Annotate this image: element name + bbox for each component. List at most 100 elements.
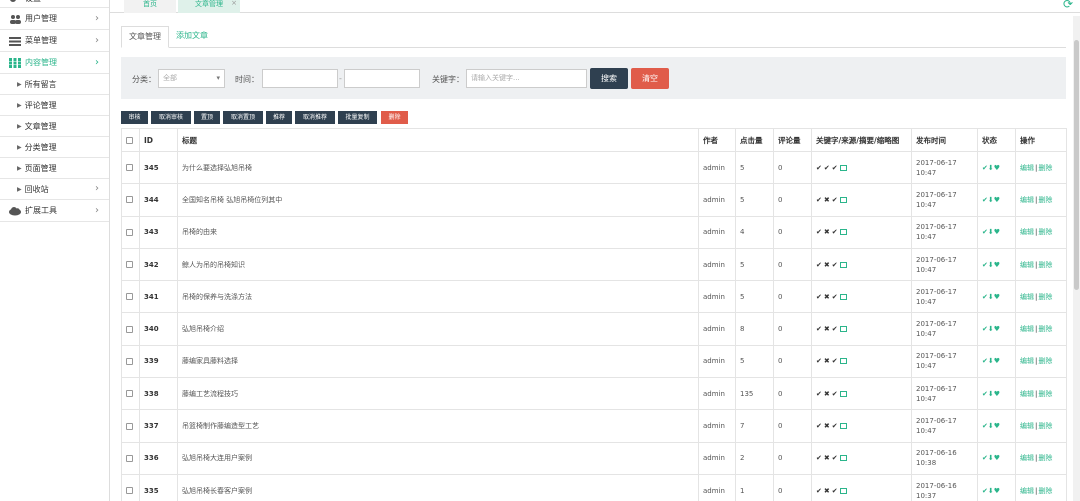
row-author: admin — [698, 312, 736, 346]
row-checkbox[interactable] — [126, 357, 133, 365]
unpin-button[interactable]: 取消置顶 — [223, 111, 263, 124]
row-checkbox[interactable] — [126, 487, 133, 495]
select-all-checkbox[interactable] — [126, 137, 133, 144]
sidebar-item-settings[interactable]: 设置 › — [0, 0, 109, 8]
category-select[interactable]: 全部 ▾ — [158, 69, 225, 88]
sidebar-item-recycle[interactable]: ▶ 回收站 › — [0, 179, 109, 200]
row-checkbox[interactable] — [126, 261, 133, 269]
sidebar-subitem-all-messages[interactable]: ▶ 所有留言 — [0, 74, 109, 95]
row-flags: ✔ ✖ ✔ — [811, 312, 912, 346]
sidebar-item-extensions[interactable]: 扩展工具 › — [0, 200, 109, 222]
row-select-cell[interactable] — [121, 473, 140, 501]
row-checkbox[interactable] — [126, 293, 133, 301]
row-checkbox[interactable] — [126, 228, 133, 236]
edit-link[interactable]: 编辑 — [1020, 390, 1034, 398]
delete-link[interactable]: 删除 — [1038, 357, 1052, 365]
row-select-cell[interactable] — [121, 377, 140, 411]
row-time: 10:37 — [916, 491, 937, 500]
row-title: 弘旭吊椅介绍 — [177, 312, 699, 346]
edit-link[interactable]: 编辑 — [1020, 228, 1034, 236]
sidebar-subitem-categories[interactable]: ▶ 分类管理 — [0, 137, 109, 158]
delete-link[interactable]: 删除 — [1038, 325, 1052, 333]
delete-link[interactable]: 删除 — [1038, 228, 1052, 236]
edit-link[interactable]: 编辑 — [1020, 325, 1034, 333]
tab-article-management[interactable]: 文章管理 × — [178, 0, 240, 13]
row-checkbox[interactable] — [126, 325, 133, 333]
vertical-scrollbar[interactable] — [1073, 16, 1080, 501]
row-select-cell[interactable] — [121, 150, 140, 185]
recommend-button[interactable]: 推荐 — [266, 111, 292, 124]
recommend-thumb-icon: ♥ — [993, 228, 1001, 237]
close-icon[interactable]: × — [231, 0, 237, 8]
row-author: admin — [698, 150, 736, 185]
row-checkbox[interactable] — [126, 422, 133, 430]
row-select-cell[interactable] — [121, 247, 140, 282]
edit-link[interactable]: 编辑 — [1020, 422, 1034, 430]
delete-button[interactable]: 删除 — [381, 111, 408, 124]
start-date-input[interactable] — [262, 69, 338, 88]
row-flags: ✔ ✖ ✔ — [811, 377, 912, 411]
edit-link[interactable]: 编辑 — [1020, 196, 1034, 204]
delete-link[interactable]: 删除 — [1038, 422, 1052, 430]
sidebar-item-menus[interactable]: 菜单管理 › — [0, 30, 109, 52]
row-title: 为什么要选择弘旭吊椅 — [177, 150, 699, 185]
row-date: 2017-06-17 — [916, 352, 957, 361]
thumbnail-image-icon — [839, 487, 847, 494]
row-select-cell[interactable] — [121, 183, 140, 217]
row-checkbox[interactable] — [126, 390, 133, 398]
edit-link[interactable]: 编辑 — [1020, 487, 1034, 495]
edit-link[interactable]: 编辑 — [1020, 261, 1034, 269]
row-select-cell[interactable] — [121, 409, 140, 443]
edit-link[interactable]: 编辑 — [1020, 293, 1034, 301]
sidebar-item-label: 扩展工具 — [25, 206, 57, 215]
sidebar-item-label: 设置 — [25, 0, 41, 4]
thumbnail-image-icon — [839, 423, 847, 430]
edit-link[interactable]: 编辑 — [1020, 357, 1034, 365]
header-select-all[interactable] — [121, 128, 140, 152]
tab-home[interactable]: 首页 — [124, 0, 176, 13]
delete-link[interactable]: 删除 — [1038, 293, 1052, 301]
edit-link[interactable]: 编辑 — [1020, 164, 1034, 172]
tab-add-article[interactable]: 添加文章 — [169, 26, 215, 48]
sidebar-subitem-pages[interactable]: ▶ 页面管理 — [0, 158, 109, 179]
unapprove-button[interactable]: 取消审核 — [151, 111, 191, 124]
summary-flag-icon: ✔ — [831, 260, 838, 269]
unrecommend-button[interactable]: 取消推荐 — [295, 111, 335, 124]
row-checkbox[interactable] — [126, 196, 133, 204]
pin-button[interactable]: 置顶 — [194, 111, 220, 124]
delete-link[interactable]: 删除 — [1038, 261, 1052, 269]
sidebar-subitem-comments[interactable]: ▶ 评论管理 — [0, 95, 109, 116]
row-author: admin — [698, 215, 736, 249]
search-button[interactable]: 搜索 — [590, 68, 628, 89]
row-checkbox[interactable] — [126, 164, 133, 172]
row-select-cell[interactable] — [121, 215, 140, 249]
scrollbar-thumb[interactable] — [1074, 40, 1079, 290]
delete-link[interactable]: 删除 — [1038, 454, 1052, 462]
refresh-icon[interactable]: ⟳ — [1063, 0, 1073, 10]
end-date-input[interactable] — [344, 69, 420, 88]
delete-link[interactable]: 删除 — [1038, 164, 1052, 172]
delete-link[interactable]: 删除 — [1038, 390, 1052, 398]
sidebar-item-content[interactable]: 内容管理 › — [0, 52, 109, 74]
sidebar-item-users[interactable]: 用户管理 › — [0, 8, 109, 30]
delete-link[interactable]: 删除 — [1038, 487, 1052, 495]
row-select-cell[interactable] — [121, 344, 140, 379]
row-checkbox[interactable] — [126, 454, 133, 462]
keyword-input[interactable]: 请输入关键字... — [466, 69, 587, 88]
row-flags: ✔ ✖ ✔ — [811, 344, 912, 379]
sidebar-subitem-articles[interactable]: ▶ 文章管理 — [0, 116, 109, 137]
source-flag-icon: ✖ — [823, 422, 830, 431]
row-select-cell[interactable] — [121, 441, 140, 475]
row-author: admin — [698, 473, 736, 501]
row-select-cell[interactable] — [121, 312, 140, 346]
edit-link[interactable]: 编辑 — [1020, 454, 1034, 462]
batch-copy-button[interactable]: 批量复制 — [338, 111, 377, 124]
delete-link[interactable]: 删除 — [1038, 196, 1052, 204]
approve-button[interactable]: 审核 — [121, 111, 148, 124]
recommend-thumb-icon: ♥ — [993, 163, 1001, 172]
tab-article-list[interactable]: 文章管理 — [121, 26, 169, 48]
row-publish-time: 2017-06-17 10:47 — [911, 215, 978, 249]
clear-button[interactable]: 清空 — [631, 68, 669, 89]
row-select-cell[interactable] — [121, 280, 140, 314]
row-title: 吊椅的由来 — [177, 215, 699, 249]
